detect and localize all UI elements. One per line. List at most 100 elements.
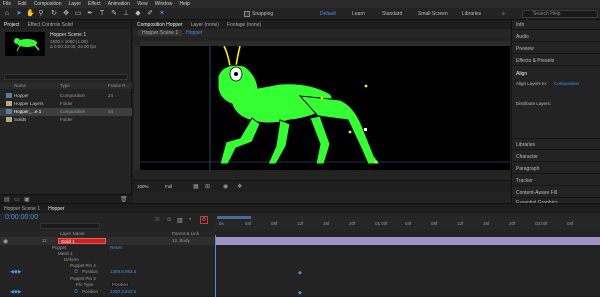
composition-canvas[interactable] xyxy=(140,45,510,173)
workspace-learn[interactable]: Learn xyxy=(352,11,365,17)
workspace-more-icon[interactable]: » xyxy=(502,11,505,17)
hand-tool-icon[interactable]: ✋ xyxy=(26,10,35,18)
keyframe-nav-icon[interactable]: ◀◆▶ xyxy=(10,289,22,295)
brush-tool-icon[interactable]: ✎ xyxy=(110,10,118,18)
motion-blur-icon[interactable]: ◔ xyxy=(188,217,192,223)
work-area-bar[interactable] xyxy=(217,216,251,219)
search-help-input[interactable]: Search Help xyxy=(522,10,598,18)
delete-icon[interactable]: 🗑 xyxy=(120,196,128,203)
workspace-standard[interactable]: Standard xyxy=(382,11,402,17)
panel-audio[interactable]: Audio xyxy=(516,34,529,40)
tab-effect-controls[interactable]: Effect Controls Solid xyxy=(24,22,77,28)
col-parent[interactable]: Parent & Link xyxy=(172,231,199,236)
col-type[interactable]: Type xyxy=(60,83,70,88)
visibility-icon[interactable]: ◉ xyxy=(3,238,8,245)
frame-blending-icon[interactable]: ▥ xyxy=(177,217,183,224)
list-item[interactable]: Hopper Layers Folder xyxy=(0,100,132,108)
menu-file[interactable]: File xyxy=(3,1,11,7)
clone-tool-icon[interactable]: ⊥ xyxy=(122,10,130,18)
zoom-level-select[interactable]: 100% xyxy=(137,184,149,189)
property-value[interactable]: Reset xyxy=(110,245,122,250)
col-name[interactable]: Name xyxy=(14,83,26,88)
keyframe-icon[interactable]: ◆ xyxy=(298,270,302,276)
channel-icon[interactable]: ❖ xyxy=(237,183,242,190)
panel-preview[interactable]: Preview xyxy=(516,46,534,52)
tab-hopper[interactable]: Hopper xyxy=(44,206,68,212)
rectangle-tool-icon[interactable]: ▭ xyxy=(74,10,82,18)
layer-row[interactable]: ◉ 11 Solid 1 12. Body xyxy=(0,237,215,245)
timeline-search-input[interactable] xyxy=(40,223,100,229)
list-item[interactable]: Hopper Composition 24 xyxy=(0,92,132,100)
type-tool-icon[interactable]: T xyxy=(98,10,106,18)
workspace-small-screen[interactable]: Small Screen xyxy=(418,11,448,17)
playhead[interactable] xyxy=(215,235,216,297)
eraser-tool-icon[interactable]: ◆ xyxy=(134,10,142,18)
property-row[interactable]: Pin Type Position xyxy=(0,282,215,289)
col-frame-rate[interactable]: Frame R... xyxy=(108,83,129,88)
property-row[interactable]: ◀◆▶ ⏱ Position 1250.3,833.6 xyxy=(0,289,215,296)
list-item-selected[interactable]: Hopper_...e 1 Composition 24 xyxy=(0,108,132,116)
pin-type-select[interactable]: Position xyxy=(110,282,131,287)
panel-tracker[interactable]: Tracker xyxy=(516,178,533,184)
tab-layer[interactable]: Layer (none) xyxy=(187,22,223,28)
workspace-libraries[interactable]: Libraries xyxy=(462,11,481,17)
property-row[interactable]: ◀◆▶ ⏱ Position 1389.8,993.6 xyxy=(0,269,215,276)
home-icon[interactable]: ⌂ xyxy=(3,10,11,18)
resolution-select[interactable]: Full xyxy=(165,184,172,189)
keyframe-nav-icon[interactable]: ◀◆▶ xyxy=(10,269,22,275)
workspace-default[interactable]: Default xyxy=(320,11,336,17)
panel-effects-presets[interactable]: Effects & Presets xyxy=(516,58,554,64)
property-value[interactable]: 1389.8,993.6 xyxy=(110,269,136,274)
graph-editor-icon[interactable]: ⏱ xyxy=(200,216,208,224)
menu-window[interactable]: Window xyxy=(155,1,173,7)
align-to-select[interactable]: Composition xyxy=(554,81,579,86)
pan-tool-icon[interactable]: ✥ xyxy=(62,10,70,18)
panel-character[interactable]: Character xyxy=(516,154,538,160)
grid-icon[interactable]: ⊞ xyxy=(205,183,210,190)
menu-view[interactable]: View xyxy=(137,1,148,7)
roto-tool-icon[interactable]: ✐ xyxy=(146,10,154,18)
project-search-input[interactable] xyxy=(4,74,128,80)
puppet-tool-icon[interactable]: ✶ xyxy=(158,10,166,18)
panel-libraries[interactable]: Libraries xyxy=(516,142,535,148)
menu-help[interactable]: Help xyxy=(179,1,189,7)
stopwatch-icon[interactable]: ⏱ xyxy=(74,289,78,295)
list-item[interactable]: Solids Folder xyxy=(0,116,132,124)
draft-3d-icon[interactable]: ⤫ xyxy=(155,217,160,224)
tab-footage[interactable]: Footage (none) xyxy=(223,22,265,28)
layer-duration-bar[interactable] xyxy=(215,237,600,245)
snapping-checkbox[interactable] xyxy=(244,11,250,17)
tab-hopper-scene[interactable]: Hopper Scene 1 xyxy=(0,206,44,212)
col-layer-name[interactable]: Layer Name xyxy=(60,231,85,236)
panel-paragraph[interactable]: Paragraph xyxy=(516,166,539,172)
panel-align[interactable]: Align xyxy=(516,71,527,77)
snapshot-icon[interactable]: ◉ xyxy=(223,183,228,190)
new-folder-icon[interactable]: ▭ xyxy=(14,196,20,203)
orbit-tool-icon[interactable]: ↻ xyxy=(50,10,58,18)
property-value[interactable]: 1250.3,833.6 xyxy=(110,289,136,294)
menu-animation[interactable]: Animation xyxy=(108,1,130,7)
region-of-interest-icon[interactable]: ▦ xyxy=(193,183,199,190)
menu-composition[interactable]: Composition xyxy=(34,1,62,7)
panel-info[interactable]: Info xyxy=(516,22,524,28)
stopwatch-icon[interactable]: ⏱ xyxy=(74,269,78,275)
tab-project[interactable]: Project xyxy=(0,22,24,28)
shy-layers-icon[interactable]: ☺ xyxy=(166,217,172,223)
parent-select[interactable]: 12. Body xyxy=(172,238,190,243)
zoom-tool-icon[interactable]: ⚲ xyxy=(37,10,45,18)
breadcrumb-hopper[interactable]: Hopper xyxy=(182,30,206,36)
panel-content-aware-fill[interactable]: Content-Aware Fill xyxy=(516,190,557,196)
selection-tool-icon[interactable]: ➤ xyxy=(15,10,23,18)
new-composition-icon[interactable]: ▣ xyxy=(24,196,30,203)
menu-layer[interactable]: Layer xyxy=(68,1,81,7)
tab-composition[interactable]: Composition Hopper xyxy=(133,22,187,28)
menu-effect[interactable]: Effect xyxy=(88,1,101,7)
time-ruler[interactable]: 0s 04f 08f 12f 16f 20f 01:00f 04f 08f 12… xyxy=(215,216,600,230)
menu-edit[interactable]: Edit xyxy=(18,1,27,7)
breadcrumb-scene[interactable]: Hopper Scene 1 xyxy=(138,30,183,36)
keyframe-icon[interactable]: ◆ xyxy=(298,290,302,296)
interpret-footage-icon[interactable]: ▤ xyxy=(4,196,10,203)
current-time-display[interactable]: 0:00:00:00 xyxy=(5,214,38,221)
pen-tool-icon[interactable]: ✒ xyxy=(86,10,94,18)
layer-name-field[interactable]: Solid 1 xyxy=(58,238,106,244)
